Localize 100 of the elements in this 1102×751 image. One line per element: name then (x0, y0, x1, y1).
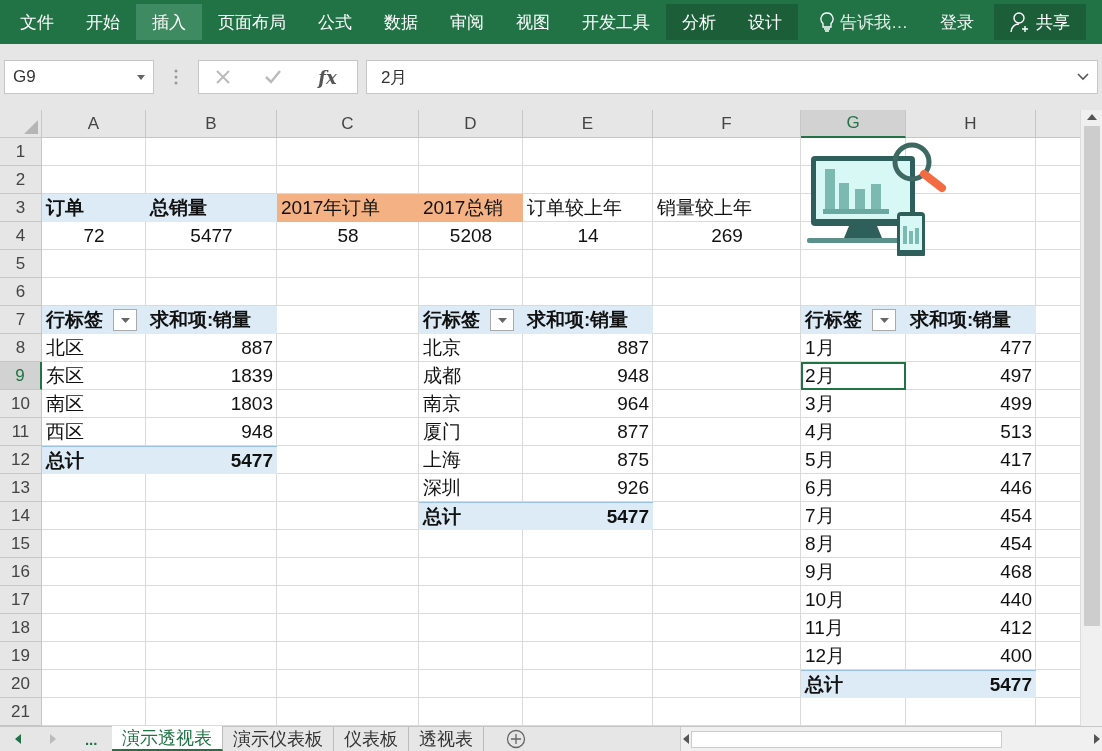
table-cell[interactable]: 875 (523, 446, 653, 474)
table-cell[interactable]: 14 (523, 222, 653, 250)
table-cell[interactable]: 厦门 (419, 418, 523, 446)
ribbon-tab[interactable]: 开发工具 (566, 4, 666, 40)
table-cell[interactable]: 7月 (801, 502, 906, 530)
table-cell[interactable]: 887 (146, 334, 277, 362)
row-header[interactable]: 21 (0, 698, 42, 726)
table-cell[interactable]: 订单较上年 (523, 194, 653, 222)
table-cell[interactable]: 497 (906, 362, 1036, 390)
table-cell[interactable]: 58 (277, 222, 419, 250)
table-cell[interactable]: 2017年订单 (277, 194, 419, 222)
table-cell[interactable]: 400 (906, 642, 1036, 670)
table-cell[interactable]: 上海 (419, 446, 523, 474)
checkmark-icon[interactable] (263, 69, 282, 85)
ribbon-tab[interactable]: 开始 (70, 4, 136, 40)
table-cell[interactable]: 948 (523, 362, 653, 390)
table-cell[interactable]: 11月 (801, 614, 906, 642)
new-sheet-button[interactable] (504, 727, 528, 751)
row-header[interactable]: 17 (0, 586, 42, 614)
table-cell[interactable]: 269 (653, 222, 801, 250)
table-cell[interactable]: 5477 (146, 446, 277, 474)
row-header[interactable]: 15 (0, 530, 42, 558)
table-cell[interactable]: 南区 (42, 390, 146, 418)
row-header[interactable]: 10 (0, 390, 42, 418)
ribbon-tab[interactable]: 公式 (302, 4, 368, 40)
table-cell[interactable]: 行标签 (42, 306, 146, 334)
table-cell[interactable]: 西区 (42, 418, 146, 446)
row-header[interactable]: 2 (0, 166, 42, 194)
column-header[interactable]: B (146, 110, 277, 138)
column-header[interactable]: H (906, 110, 1036, 138)
table-cell[interactable]: 499 (906, 390, 1036, 418)
table-cell[interactable]: 6月 (801, 474, 906, 502)
column-header[interactable]: E (523, 110, 653, 138)
table-cell[interactable]: 总计 (42, 446, 146, 474)
table-cell[interactable]: 求和项:销量 (523, 306, 653, 334)
table-cell[interactable]: 行标签 (801, 306, 906, 334)
row-header[interactable]: 1 (0, 138, 42, 166)
table-cell[interactable]: 3月 (801, 390, 906, 418)
table-cell[interactable]: 4月 (801, 418, 906, 446)
ribbon-tab[interactable]: 设计 (732, 4, 798, 40)
table-cell[interactable]: 887 (523, 334, 653, 362)
select-all-corner[interactable] (0, 110, 42, 138)
table-cell[interactable]: 北京 (419, 334, 523, 362)
table-cell[interactable]: 南京 (419, 390, 523, 418)
table-cell[interactable]: 8月 (801, 530, 906, 558)
name-box[interactable]: G9 (4, 60, 154, 94)
table-cell[interactable]: 454 (906, 530, 1036, 558)
table-cell[interactable]: 948 (146, 418, 277, 446)
vertical-scrollbar[interactable] (1080, 110, 1102, 726)
table-cell[interactable]: 东区 (42, 362, 146, 390)
row-header[interactable]: 19 (0, 642, 42, 670)
column-header[interactable]: A (42, 110, 146, 138)
table-cell[interactable]: 72 (42, 222, 146, 250)
scroll-up-button[interactable] (1084, 112, 1099, 122)
row-header[interactable]: 6 (0, 278, 42, 306)
row-header[interactable]: 9 (0, 362, 42, 390)
table-cell[interactable]: 877 (523, 418, 653, 446)
table-cell[interactable]: 行标签 (419, 306, 523, 334)
table-cell[interactable]: 412 (906, 614, 1036, 642)
table-cell[interactable]: 964 (523, 390, 653, 418)
ribbon-tab[interactable]: 审阅 (434, 4, 500, 40)
table-cell[interactable]: 926 (523, 474, 653, 502)
row-header[interactable]: 18 (0, 614, 42, 642)
table-cell[interactable]: 求和项:销量 (906, 306, 1036, 334)
filter-button[interactable] (872, 309, 896, 331)
table-cell[interactable]: 5477 (523, 502, 653, 530)
table-cell[interactable]: 5月 (801, 446, 906, 474)
column-header[interactable]: C (277, 110, 419, 138)
table-cell[interactable]: 468 (906, 558, 1036, 586)
ribbon-tab[interactable]: 共享 (994, 4, 1086, 40)
ribbon-tab[interactable]: 分析 (666, 4, 732, 40)
table-cell[interactable]: 深圳 (419, 474, 523, 502)
row-header[interactable]: 8 (0, 334, 42, 362)
table-cell[interactable]: 12月 (801, 642, 906, 670)
ribbon-tab[interactable]: 告诉我… (804, 4, 924, 40)
selected-cell[interactable]: 2月 (801, 362, 906, 390)
table-cell[interactable]: 5477 (906, 670, 1036, 698)
table-cell[interactable]: 总计 (419, 502, 523, 530)
sheet-tab[interactable]: 仪表板 (334, 727, 409, 751)
cancel-icon[interactable] (215, 69, 232, 85)
column-header[interactable]: D (419, 110, 523, 138)
sheet-tab[interactable]: 演示透视表 (112, 726, 223, 751)
table-cell[interactable]: 513 (906, 418, 1036, 446)
next-sheet-button[interactable] (47, 732, 58, 746)
row-header[interactable]: 11 (0, 418, 42, 446)
table-cell[interactable]: 477 (906, 334, 1036, 362)
ribbon-tab[interactable]: 登录 (924, 4, 990, 40)
scroll-thumb[interactable] (1083, 126, 1100, 626)
table-cell[interactable]: 446 (906, 474, 1036, 502)
ribbon-tab[interactable]: 视图 (500, 4, 566, 40)
ribbon-tab[interactable]: 文件 (4, 4, 70, 40)
table-cell[interactable]: 求和项:销量 (146, 306, 277, 334)
filter-button[interactable] (113, 309, 137, 331)
table-cell[interactable]: 454 (906, 502, 1036, 530)
ribbon-tab[interactable]: 插入 (136, 4, 202, 40)
scroll-thumb[interactable] (691, 730, 1002, 748)
table-cell[interactable]: 成都 (419, 362, 523, 390)
filter-button[interactable] (490, 309, 514, 331)
table-cell[interactable]: 北区 (42, 334, 146, 362)
formula-input[interactable]: 2月 (366, 60, 1098, 94)
